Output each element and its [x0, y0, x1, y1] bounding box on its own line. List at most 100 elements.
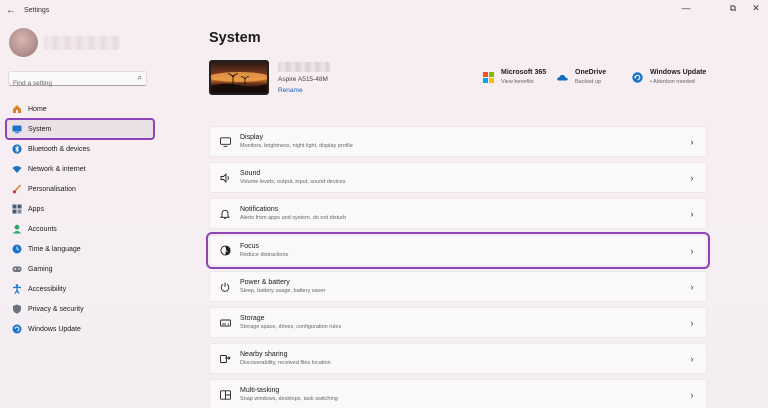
- window-title: Settings: [24, 7, 50, 14]
- card-power-battery[interactable]: Power & battery Sleep, battery usage, ba…: [209, 271, 707, 302]
- apps-icon: [12, 204, 22, 214]
- device-wallpaper-thumbnail: [209, 60, 269, 95]
- sidebar-item-label: Bluetooth & devices: [28, 145, 90, 153]
- sidebar-item-home[interactable]: Home: [6, 99, 154, 119]
- card-title: Sound: [240, 170, 261, 177]
- card-display[interactable]: Display Monitors, brightness, night ligh…: [209, 126, 707, 157]
- card-notifications[interactable]: Notifications Alerts from apps and syste…: [209, 198, 707, 229]
- nearby-sharing-icon: [219, 353, 231, 365]
- sidebar-item-gaming[interactable]: Gaming: [6, 259, 154, 279]
- maximize-button[interactable]: ⧉: [726, 3, 740, 14]
- search-box[interactable]: ⌕: [8, 71, 147, 90]
- card-focus[interactable]: Focus Reduce distractions ›: [206, 232, 710, 269]
- search-icon[interactable]: ⌕: [138, 73, 142, 83]
- card-title: Notifications: [240, 206, 279, 213]
- chevron-right-icon: ›: [690, 353, 694, 364]
- sidebar-item-label: Network & internet: [28, 165, 86, 173]
- sidebar-item-windows-update[interactable]: Windows Update: [6, 319, 154, 339]
- sidebar-item-personalisation[interactable]: Personalisation: [6, 179, 154, 199]
- page-title: System: [209, 30, 261, 46]
- chevron-right-icon: ›: [690, 317, 694, 328]
- power-icon: [219, 281, 231, 293]
- card-title: Storage: [240, 315, 265, 322]
- chevron-right-icon: ›: [690, 172, 694, 183]
- card-title: Multi-tasking: [240, 387, 280, 394]
- card-title: Display: [240, 134, 263, 141]
- display-icon: [219, 136, 231, 148]
- update-icon: [12, 324, 22, 334]
- back-arrow-icon[interactable]: ←: [6, 5, 16, 16]
- accessibility-icon: [12, 284, 22, 294]
- sidebar-item-label: Home: [28, 105, 47, 113]
- device-model: Aspire A515-48M: [278, 76, 328, 83]
- chevron-right-icon: ›: [690, 136, 694, 147]
- bluetooth-icon: [12, 144, 22, 154]
- sidebar-item-label: Time & language: [28, 245, 81, 253]
- card-nearby-sharing[interactable]: Nearby sharing Discoverability, received…: [209, 343, 707, 374]
- home-icon: [12, 104, 22, 114]
- card-description: Discoverability, received files location: [240, 360, 331, 366]
- status-subtitle: • Attention needed: [650, 79, 695, 85]
- sidebar-item-label: Apps: [28, 205, 44, 213]
- card-multi-tasking[interactable]: Multi-tasking Snap windows, desktops, ta…: [209, 379, 707, 408]
- sidebar-item-label: Privacy & security: [28, 305, 84, 313]
- sidebar-nav: Home System Bluetooth & devices Network …: [5, 99, 155, 339]
- close-button[interactable]: ✕: [749, 3, 763, 14]
- sidebar-item-network[interactable]: Network & internet: [6, 159, 154, 179]
- sidebar-item-bluetooth[interactable]: Bluetooth & devices: [6, 139, 154, 159]
- windows-update-icon: [632, 70, 643, 83]
- status-subtitle: View benefits: [501, 79, 534, 85]
- card-title: Power & battery: [240, 279, 290, 286]
- chevron-right-icon: ›: [690, 389, 694, 400]
- card-description: Snap windows, desktops, task switching: [240, 396, 338, 402]
- sidebar-item-label: Gaming: [28, 265, 53, 273]
- bell-icon: [219, 208, 231, 220]
- globe-clock-icon: [12, 244, 22, 254]
- minimize-button[interactable]: —: [679, 3, 693, 13]
- card-description: Monitors, brightness, night light, displ…: [240, 143, 353, 149]
- brush-icon: [12, 184, 22, 194]
- sidebar-item-time-language[interactable]: Time & language: [6, 239, 154, 259]
- sidebar-item-apps[interactable]: Apps: [6, 199, 154, 219]
- status-title: OneDrive: [575, 69, 607, 76]
- status-onedrive[interactable]: OneDrive Backed up: [557, 69, 606, 85]
- sidebar-item-privacy-security[interactable]: Privacy & security: [6, 299, 154, 319]
- user-name-redacted: [44, 36, 120, 50]
- sidebar-item-label: Personalisation: [28, 185, 76, 193]
- accounts-icon: [12, 224, 22, 234]
- chevron-right-icon: ›: [690, 281, 694, 292]
- multitasking-icon: [219, 389, 231, 401]
- gamepad-icon: [12, 264, 22, 274]
- sidebar-item-accounts[interactable]: Accounts: [6, 219, 154, 239]
- status-title: Microsoft 365: [501, 69, 547, 76]
- wifi-icon: [12, 164, 22, 174]
- status-windows-update[interactable]: Windows Update • Attention needed: [632, 69, 706, 85]
- shield-icon: [12, 304, 22, 314]
- microsoft-365-icon: [483, 70, 494, 83]
- chevron-right-icon: ›: [690, 208, 694, 219]
- card-title: Focus: [240, 243, 260, 250]
- card-description: Storage space, drives, configuration rul…: [240, 324, 342, 330]
- status-title: Windows Update: [650, 69, 707, 76]
- status-subtitle: Backed up: [575, 79, 601, 85]
- card-description: Reduce distractions: [240, 252, 289, 258]
- card-storage[interactable]: Storage Storage space, drives, configura…: [209, 307, 707, 338]
- sidebar-item-label: Accounts: [28, 225, 57, 233]
- chevron-right-icon: ›: [690, 245, 694, 256]
- sidebar-item-label: Accessibility: [28, 285, 67, 293]
- sidebar-item-accessibility[interactable]: Accessibility: [6, 279, 154, 299]
- onedrive-icon: [557, 70, 568, 81]
- sidebar-item-system[interactable]: System: [5, 118, 155, 140]
- search-input[interactable]: [9, 77, 127, 90]
- card-description: Volume levels, output, input, sound devi…: [240, 179, 346, 185]
- card-description: Alerts from apps and system, do not dist…: [240, 215, 347, 221]
- card-description: Sleep, battery usage, battery saver: [240, 288, 326, 294]
- title-bar: ← Settings — ⧉ ✕: [0, 0, 768, 22]
- device-name-redacted: [278, 62, 330, 72]
- card-sound[interactable]: Sound Volume levels, output, input, soun…: [209, 162, 707, 193]
- rename-link[interactable]: Rename: [278, 87, 303, 94]
- avatar[interactable]: [9, 28, 38, 57]
- sidebar-item-label: Windows Update: [28, 325, 81, 333]
- storage-icon: [219, 317, 231, 329]
- status-microsoft-365[interactable]: Microsoft 365 View benefits: [483, 69, 546, 85]
